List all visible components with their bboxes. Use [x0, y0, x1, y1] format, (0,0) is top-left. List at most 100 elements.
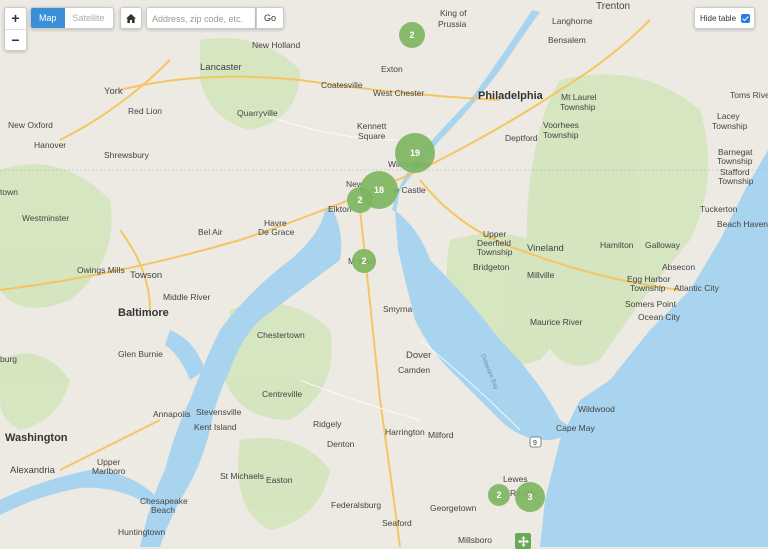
label-york: York [104, 86, 123, 97]
label-bensalem: Bensalem [548, 35, 586, 45]
map-type-map-button[interactable]: Map [31, 8, 65, 28]
label-ocean-city: Ocean City [638, 312, 681, 322]
cluster-marker[interactable]: 2 [347, 187, 373, 213]
label-upper-marlboro-2: Marlboro [92, 466, 126, 476]
label-toms-river: Toms River [730, 90, 768, 100]
svg-text:2: 2 [409, 30, 414, 40]
label-vineland: Vineland [527, 243, 564, 254]
label-tuckerton: Tuckerton [700, 204, 738, 214]
label-bel-air: Bel Air [198, 227, 223, 237]
label-voorhees-1: Voorhees [543, 120, 579, 130]
label-havre-2: De Grace [258, 227, 295, 237]
label-huntingtown: Huntingtown [118, 527, 166, 537]
map-type-toggle: Map Satellite [30, 7, 114, 29]
label-new-oxford: New Oxford [8, 120, 53, 130]
label-denton: Denton [327, 439, 355, 449]
cluster-marker[interactable]: 19 [395, 133, 435, 173]
label-shrewsbury: Shrewsbury [104, 150, 150, 160]
label-absecon: Absecon [662, 262, 695, 272]
label-glen-burnie: Glen Burnie [118, 349, 163, 359]
label-red-lion: Red Lion [128, 106, 162, 116]
label-annapolis: Annapolis [153, 409, 190, 419]
zoom-in-button[interactable]: + [5, 8, 26, 29]
label-middle-river: Middle River [163, 292, 210, 302]
label-smyrna: Smyrna [383, 304, 413, 314]
cluster-marker[interactable]: 2 [488, 484, 510, 506]
label-kennett-2: Square [358, 131, 386, 141]
label-westminster: Westminster [22, 213, 69, 223]
label-federalsburg: Federalsburg [331, 500, 381, 510]
label-trenton: Trenton [596, 1, 630, 12]
cluster-marker[interactable]: 2 [352, 249, 376, 273]
label-owings-mills: Owings Mills [77, 265, 125, 275]
map-canvas[interactable]: Trenton Langhorne Bensalem King of Pruss… [0, 0, 768, 547]
label-dover: Dover [406, 350, 431, 361]
label-deptford: Deptford [505, 133, 538, 143]
label-wildwood: Wildwood [578, 404, 615, 414]
svg-text:2: 2 [361, 256, 366, 266]
label-kent-island: Kent Island [194, 422, 237, 432]
hide-table-checkbox[interactable] [741, 13, 751, 23]
label-lacey-2: Township [712, 121, 748, 131]
label-stafford-2: Township [718, 176, 754, 186]
label-hanover: Hanover [34, 140, 66, 150]
label-cape-may: Cape May [556, 423, 595, 433]
label-chestertown: Chestertown [257, 330, 305, 340]
label-centreville: Centreville [262, 389, 302, 399]
label-mt-laurel-1: Mt Laurel [561, 92, 597, 102]
label-town: town [0, 187, 18, 197]
label-maurice-river: Maurice River [530, 317, 583, 327]
cluster-marker[interactable]: 3 [515, 482, 545, 512]
label-kennett-1: Kennett [357, 121, 387, 131]
label-camden: Camden [398, 365, 430, 375]
label-galloway: Galloway [645, 240, 681, 250]
label-mt-laurel-2: Township [560, 102, 596, 112]
label-millville: Millville [527, 270, 555, 280]
label-coatesville: Coatesville [321, 80, 363, 90]
label-towson: Towson [130, 270, 162, 281]
cluster-marker[interactable]: 2 [399, 22, 425, 48]
zoom-out-button[interactable]: − [5, 29, 26, 51]
label-ridgely: Ridgely [313, 419, 342, 429]
label-alexandria: Alexandria [10, 465, 56, 476]
label-georgetown: Georgetown [430, 503, 477, 513]
label-philadelphia: Philadelphia [478, 90, 544, 102]
label-millsboro: Millsboro [458, 535, 492, 545]
svg-text:18: 18 [374, 185, 384, 195]
svg-text:9: 9 [533, 440, 537, 447]
label-beach-haven: Beach Haven [717, 219, 768, 229]
label-burg: burg [0, 354, 17, 364]
label-exton: Exton [381, 64, 403, 74]
label-quarryville: Quarryville [237, 108, 278, 118]
svg-text:2: 2 [357, 195, 362, 205]
label-voorhees-2: Township [543, 130, 579, 140]
label-lewes: Lewes [503, 474, 528, 484]
hide-table-control: Hide table [694, 7, 756, 29]
label-lacey-1: Lacey [717, 111, 740, 121]
label-king-of-prussia-2: Prussia [438, 19, 467, 29]
label-washington: Washington [5, 432, 68, 444]
svg-text:2: 2 [496, 490, 501, 500]
label-stevensville: Stevensville [196, 407, 242, 417]
label-st-michaels: St Michaels [220, 471, 264, 481]
label-hamilton: Hamilton [600, 240, 634, 250]
go-button[interactable]: Go [256, 7, 284, 29]
label-new-holland: New Holland [252, 40, 300, 50]
zoom-control: + − [4, 7, 27, 51]
label-langhorne: Langhorne [552, 16, 593, 26]
label-seaford: Seaford [382, 518, 412, 528]
map-type-satellite-button[interactable]: Satellite [65, 8, 113, 28]
label-west-chester: West Chester [373, 88, 425, 98]
label-easton: Easton [266, 475, 293, 485]
address-search-input[interactable] [150, 9, 254, 29]
label-chesapeake-2: Beach [151, 505, 175, 515]
move-arrows-icon [517, 535, 529, 547]
home-icon [126, 13, 136, 23]
label-upper-deerfield-3: Township [477, 247, 513, 257]
label-somers-point: Somers Point [625, 299, 677, 309]
label-baltimore: Baltimore [118, 307, 169, 319]
search-box [146, 7, 256, 29]
home-button[interactable] [120, 7, 142, 29]
svg-text:19: 19 [410, 148, 420, 158]
hide-table-label: Hide table [700, 13, 737, 23]
